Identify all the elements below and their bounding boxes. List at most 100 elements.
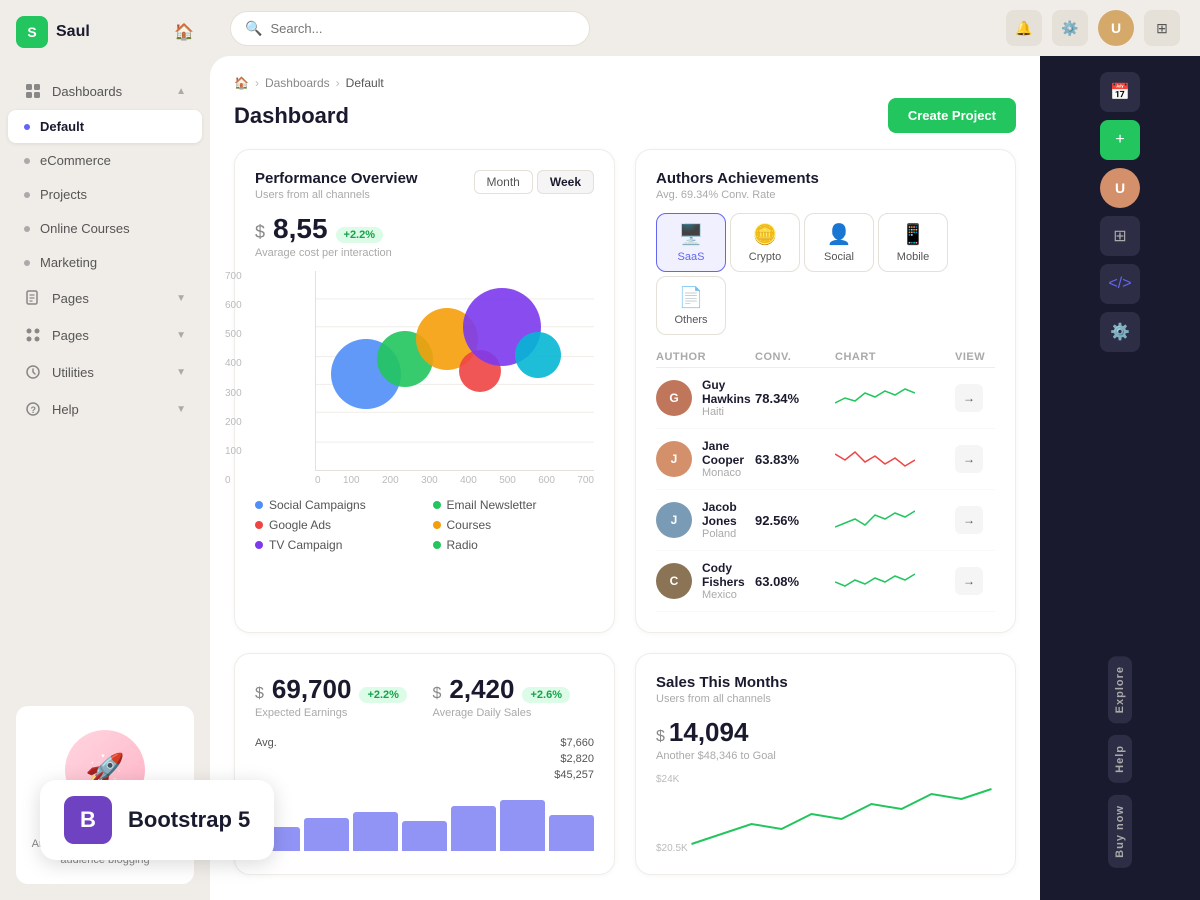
user-avatar[interactable]: U bbox=[1098, 10, 1134, 46]
daily-sales-number: 2,420 bbox=[449, 674, 514, 705]
rp-grid-icon[interactable]: ⊞ bbox=[1100, 216, 1140, 256]
nav-dot bbox=[24, 260, 30, 266]
performance-title-group: Performance Overview Users from all chan… bbox=[255, 170, 418, 201]
sidebar: S Saul 🏠 Dashboards ▲ Default eComm bbox=[0, 0, 210, 900]
sidebar-item-online-courses-label: Online Courses bbox=[40, 221, 186, 236]
utilities-icon bbox=[24, 363, 42, 381]
sidebar-item-dashboards[interactable]: Dashboards ▲ bbox=[8, 73, 202, 109]
help-label[interactable]: Help bbox=[1108, 735, 1132, 783]
sparkline-1 bbox=[835, 383, 915, 413]
author-row-2: J Jane Cooper Monaco 63.83% → bbox=[656, 429, 995, 490]
nav-dot bbox=[24, 158, 30, 164]
bar-item-val-1: $7,660 bbox=[560, 737, 594, 749]
author-name-4: Cody Fishers bbox=[702, 561, 755, 589]
explore-label[interactable]: Explore bbox=[1108, 656, 1132, 723]
author-avatar-3: J bbox=[656, 502, 692, 538]
author-tab-others[interactable]: 📄 Others bbox=[656, 276, 726, 335]
metric-badge: +2.2% bbox=[336, 227, 384, 243]
author-tab-saas[interactable]: 🖥️ SaaS bbox=[656, 213, 726, 272]
daily-sales-badge: +2.6% bbox=[522, 687, 570, 703]
settings-button[interactable]: ⚙️ bbox=[1052, 10, 1088, 46]
author-details-4: Cody Fishers Mexico bbox=[702, 561, 755, 601]
search-box[interactable]: 🔍 bbox=[230, 11, 590, 46]
authors-title: Authors Achievements bbox=[656, 170, 819, 187]
social-tab-icon: 👤 bbox=[827, 222, 852, 247]
sidebar-item-ecommerce[interactable]: eCommerce bbox=[8, 144, 202, 177]
legend-label-1: Social Campaigns bbox=[269, 498, 366, 512]
sales-goal: Another $48,346 to Goal bbox=[656, 750, 995, 762]
rp-settings-icon[interactable]: ⚙️ bbox=[1100, 312, 1140, 352]
daily-sales-stat: $ 2,420 +2.6% Average Daily Sales bbox=[433, 674, 595, 719]
legend-dot-3 bbox=[255, 521, 263, 529]
legend-dot-1 bbox=[255, 501, 263, 509]
saas-tab-icon: 🖥️ bbox=[679, 222, 704, 247]
sidebar-item-pages[interactable]: Pages ▼ bbox=[8, 280, 202, 316]
metric-display: $ 8,55 +2.2% Avarage cost per interactio… bbox=[255, 213, 594, 259]
main-wrapper: 🔍 🔔 ⚙️ U ⊞ 🏠 › Dashboards › Default Dash… bbox=[210, 0, 1200, 900]
sidebar-item-apps-label: Pages bbox=[52, 328, 166, 343]
metric-number: 8,55 bbox=[273, 213, 328, 245]
author-details-1: Guy Hawkins Haiti bbox=[702, 378, 755, 418]
apps-icon bbox=[24, 326, 42, 344]
author-tab-crypto[interactable]: 🪙 Crypto bbox=[730, 213, 800, 272]
mobile-tab-icon: 📱 bbox=[901, 222, 926, 247]
legend-label-2: Email Newsletter bbox=[447, 498, 537, 512]
performance-title: Performance Overview bbox=[255, 170, 418, 187]
rp-add-icon[interactable]: + bbox=[1100, 120, 1140, 160]
author-tab-mobile[interactable]: 📱 Mobile bbox=[878, 213, 948, 272]
chevron-icon: ▲ bbox=[176, 86, 186, 97]
sidebar-item-default[interactable]: Default bbox=[8, 110, 202, 143]
authors-card: Authors Achievements Avg. 69.34% Conv. R… bbox=[635, 149, 1016, 633]
sidebar-item-apps[interactable]: Pages ▼ bbox=[8, 317, 202, 353]
view-button-1[interactable]: → bbox=[955, 384, 983, 412]
rp-calendar-icon[interactable]: 📅 bbox=[1100, 72, 1140, 112]
author-info-3: J Jacob Jones Poland bbox=[656, 500, 755, 540]
sales-subtitle: Users from all channels bbox=[656, 693, 788, 705]
sidebar-item-projects[interactable]: Projects bbox=[8, 178, 202, 211]
authors-card-header: Authors Achievements Avg. 69.34% Conv. R… bbox=[656, 170, 995, 201]
breadcrumb-dashboards[interactable]: Dashboards bbox=[265, 76, 330, 90]
author-tab-social[interactable]: 👤 Social bbox=[804, 213, 874, 272]
rp-user-avatar[interactable]: U bbox=[1100, 168, 1140, 208]
authors-table: AUTHOR CONV. CHART VIEW G Guy Hawkins bbox=[656, 347, 995, 612]
notifications-button[interactable]: 🔔 bbox=[1006, 10, 1042, 46]
earnings-dollar: $ bbox=[255, 685, 264, 703]
home-icon[interactable]: 🏠 bbox=[234, 76, 249, 90]
back-icon[interactable]: 🏠 bbox=[174, 22, 194, 42]
right-panel: 📅 + U ⊞ </> ⚙️ Explore Help Buy now bbox=[1040, 56, 1200, 900]
bubble-chart-wrapper: 700 600 500 400 300 200 100 0 bbox=[255, 271, 594, 486]
view-button-4[interactable]: → bbox=[955, 567, 983, 595]
author-country-3: Poland bbox=[702, 528, 755, 540]
buy-now-label[interactable]: Buy now bbox=[1108, 795, 1132, 868]
author-row-1: G Guy Hawkins Haiti 78.34% → bbox=[656, 368, 995, 429]
legend-dot-4 bbox=[433, 521, 441, 529]
create-project-button[interactable]: Create Project bbox=[888, 98, 1016, 133]
sidebar-item-help[interactable]: ? Help ▼ bbox=[8, 391, 202, 427]
tab-week-button[interactable]: Week bbox=[537, 170, 594, 194]
sidebar-item-utilities[interactable]: Utilities ▼ bbox=[8, 354, 202, 390]
nav-dot bbox=[24, 226, 30, 232]
conv-rate-4: 63.08% bbox=[755, 574, 835, 589]
right-panel-labels: Explore Help Buy now bbox=[1108, 656, 1132, 888]
author-country-4: Mexico bbox=[702, 589, 755, 601]
bar-item-2: $2,820 bbox=[255, 751, 594, 767]
view-button-3[interactable]: → bbox=[955, 506, 983, 534]
tab-month-button[interactable]: Month bbox=[474, 170, 533, 194]
sales-value: 14,094 bbox=[669, 717, 749, 748]
others-tab-label: Others bbox=[674, 314, 707, 326]
earnings-section: $ 69,700 +2.2% Expected Earnings $ 2,420… bbox=[234, 653, 615, 875]
sidebar-item-online-courses[interactable]: Online Courses bbox=[8, 212, 202, 245]
menu-button[interactable]: ⊞ bbox=[1144, 10, 1180, 46]
mobile-tab-label: Mobile bbox=[897, 251, 929, 263]
view-button-2[interactable]: → bbox=[955, 445, 983, 473]
chart-legend: Social Campaigns Email Newsletter Google… bbox=[255, 498, 594, 552]
author-avatar-1: G bbox=[656, 380, 692, 416]
bubble-6 bbox=[515, 332, 561, 378]
search-input[interactable] bbox=[270, 21, 575, 36]
rp-code-icon[interactable]: </> bbox=[1100, 264, 1140, 304]
sales-card-header: Sales This Months Users from all channel… bbox=[656, 674, 995, 705]
chevron-icon: ▼ bbox=[176, 367, 186, 378]
svg-text:?: ? bbox=[31, 405, 37, 415]
sidebar-item-marketing[interactable]: Marketing bbox=[8, 246, 202, 279]
mini-bar-6 bbox=[500, 800, 545, 851]
